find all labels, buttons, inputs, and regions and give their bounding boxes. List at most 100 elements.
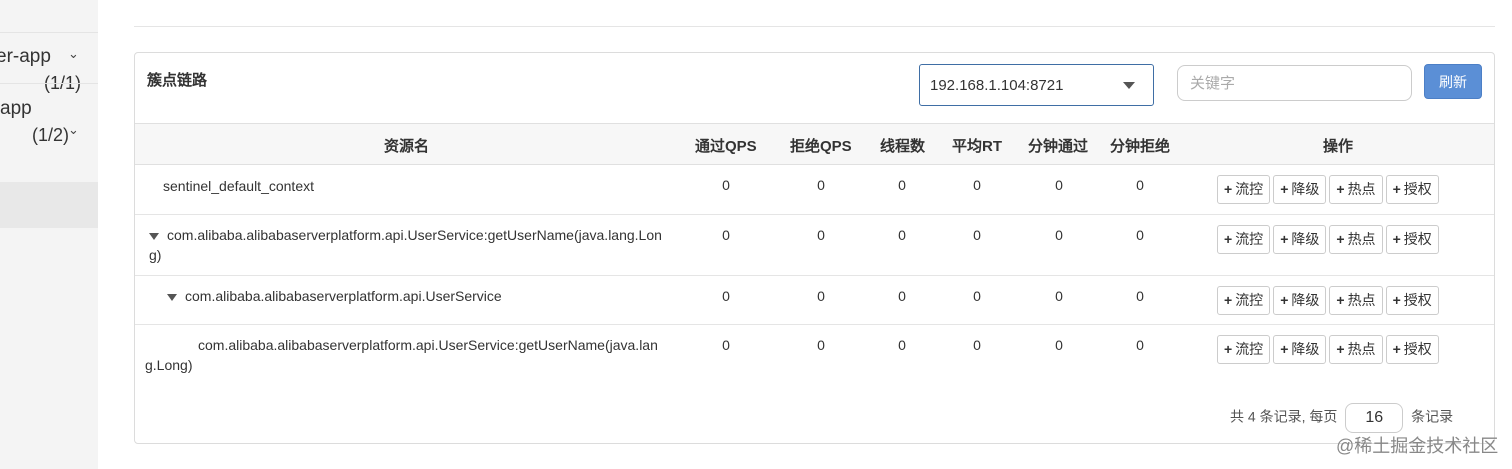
sidebar-app-name[interactable]: app [0, 98, 32, 120]
plus-icon: + [1224, 181, 1233, 197]
plus-icon: + [1392, 231, 1401, 247]
table-row: com.alibaba.alibabaserverplatform.api.Us… [135, 215, 1494, 276]
machine-select[interactable]: 192.168.1.104:8721 [919, 64, 1154, 106]
degrade-button[interactable]: + 降级 [1273, 286, 1327, 315]
panel-title: 簇点链路 [147, 72, 208, 89]
caret-down-icon [1123, 82, 1135, 89]
pass-qps: 0 [722, 227, 730, 243]
col-header-minute-pass: 分钟通过 [1028, 138, 1089, 155]
col-header-name: 资源名 [384, 138, 430, 155]
plus-icon: + [1336, 292, 1345, 308]
plus-icon: + [1280, 181, 1289, 197]
resource-name: sentinel_default_context [163, 178, 314, 194]
resource-name: com.alibaba.alibabaserverplatform.api.Us… [145, 337, 658, 373]
plus-icon: + [1280, 292, 1289, 308]
page-size-input[interactable]: 16 [1345, 403, 1404, 433]
threads: 0 [898, 177, 906, 193]
divider [0, 83, 98, 84]
expand-triangle-icon[interactable] [167, 293, 177, 301]
plus-icon: + [1280, 341, 1289, 357]
hot-param-button[interactable]: + 热点 [1329, 286, 1383, 315]
sidebar-app-count: (1/2) [32, 125, 70, 145]
minute-block: 0 [1136, 337, 1144, 353]
table-row: sentinel_default_context 0 0 0 0 0 0 + 流控… [135, 165, 1494, 215]
minute-block: 0 [1136, 227, 1144, 243]
hot-param-button[interactable]: + 热点 [1329, 175, 1383, 204]
flow-control-button[interactable]: + 流控 [1217, 225, 1271, 254]
keyword-search-input[interactable] [1177, 65, 1412, 101]
avg-rt: 0 [973, 288, 981, 304]
block-qps: 0 [817, 177, 825, 193]
sidebar-app-name[interactable]: er-app [0, 46, 51, 68]
plus-icon: + [1336, 231, 1345, 247]
flow-control-button[interactable]: + 流控 [1217, 175, 1271, 204]
resource-name[interactable]: com.alibaba.alibabaserverplatform.api.Us… [167, 286, 502, 306]
minute-pass: 0 [1055, 337, 1063, 353]
table-header: 资源名 通过QPS 拒绝QPS 线程数 平均RT 分钟通过 分钟拒绝 操作 [135, 123, 1494, 165]
sidebar-item-active[interactable] [0, 182, 98, 228]
avg-rt: 0 [973, 227, 981, 243]
plus-icon: + [1336, 181, 1345, 197]
plus-icon: + [1280, 231, 1289, 247]
hot-param-button[interactable]: + 热点 [1329, 225, 1383, 254]
expand-triangle-icon[interactable] [149, 232, 159, 240]
row-actions: + 流控 + 降级 + 热点 + 授权 [1217, 335, 1442, 364]
pass-qps: 0 [722, 337, 730, 353]
row-actions: + 流控 + 降级 + 热点 + 授权 [1217, 286, 1442, 315]
authority-button[interactable]: + 授权 [1385, 175, 1439, 204]
plus-icon: + [1224, 292, 1233, 308]
resource-chain-panel: 簇点链路 192.168.1.104:8721 刷新 资源名 通过QPS 拒绝Q… [134, 52, 1495, 444]
table-row: com.alibaba.alibabaserverplatform.api.Us… [135, 276, 1494, 325]
row-actions: + 流控 + 降级 + 热点 + 授权 [1217, 175, 1442, 204]
plus-icon: + [1336, 341, 1345, 357]
plus-icon: + [1392, 181, 1401, 197]
block-qps: 0 [817, 227, 825, 243]
authority-button[interactable]: + 授权 [1385, 335, 1439, 364]
pagination: 共 4 条记录, 每页 16 条记录 [1230, 403, 1453, 433]
authority-button[interactable]: + 授权 [1385, 225, 1439, 254]
sidebar: er-app ⌄ (1/1) app (1/2) ⌄ [0, 0, 98, 469]
degrade-button[interactable]: + 降级 [1273, 175, 1327, 204]
col-header-minute-block: 分钟拒绝 [1110, 138, 1171, 155]
plus-icon: + [1392, 292, 1401, 308]
table-row: com.alibaba.alibabaserverplatform.api.Us… [135, 325, 1494, 383]
resource-name[interactable]: com.alibaba.alibabaserverplatform.api.Us… [149, 225, 669, 265]
threads: 0 [898, 337, 906, 353]
threads: 0 [898, 288, 906, 304]
minute-pass: 0 [1055, 288, 1063, 304]
avg-rt: 0 [973, 177, 981, 193]
pass-qps: 0 [722, 177, 730, 193]
threads: 0 [898, 227, 906, 243]
header-divider [134, 26, 1495, 27]
plus-icon: + [1392, 341, 1401, 357]
block-qps: 0 [817, 337, 825, 353]
col-header-block-qps: 拒绝QPS [790, 138, 852, 155]
pass-qps: 0 [722, 288, 730, 304]
hot-param-button[interactable]: + 热点 [1329, 335, 1383, 364]
degrade-button[interactable]: + 降级 [1273, 335, 1327, 364]
minute-block: 0 [1136, 288, 1144, 304]
flow-control-button[interactable]: + 流控 [1217, 286, 1271, 315]
minute-block: 0 [1136, 177, 1144, 193]
machine-select-value: 192.168.1.104:8721 [930, 77, 1064, 94]
col-header-ops: 操作 [1323, 138, 1354, 155]
flow-control-button[interactable]: + 流控 [1217, 335, 1271, 364]
chevron-down-icon[interactable]: ⌄ [68, 46, 79, 62]
row-actions: + 流控 + 降级 + 热点 + 授权 [1217, 225, 1442, 254]
col-header-pass-qps: 通过QPS [695, 138, 757, 155]
watermark: @稀土掘金技术社区 [1336, 436, 1499, 456]
plus-icon: + [1224, 231, 1233, 247]
col-header-avg-rt: 平均RT [952, 138, 1002, 155]
minute-pass: 0 [1055, 177, 1063, 193]
authority-button[interactable]: + 授权 [1385, 286, 1439, 315]
block-qps: 0 [817, 288, 825, 304]
refresh-button[interactable]: 刷新 [1424, 64, 1482, 99]
minute-pass: 0 [1055, 227, 1063, 243]
pagination-total: 共 4 条记录, 每页 [1230, 408, 1338, 425]
divider [0, 32, 98, 33]
chevron-down-icon[interactable]: ⌄ [68, 122, 79, 138]
pagination-suffix: 条记录 [1411, 408, 1454, 425]
avg-rt: 0 [973, 337, 981, 353]
plus-icon: + [1224, 341, 1233, 357]
degrade-button[interactable]: + 降级 [1273, 225, 1327, 254]
